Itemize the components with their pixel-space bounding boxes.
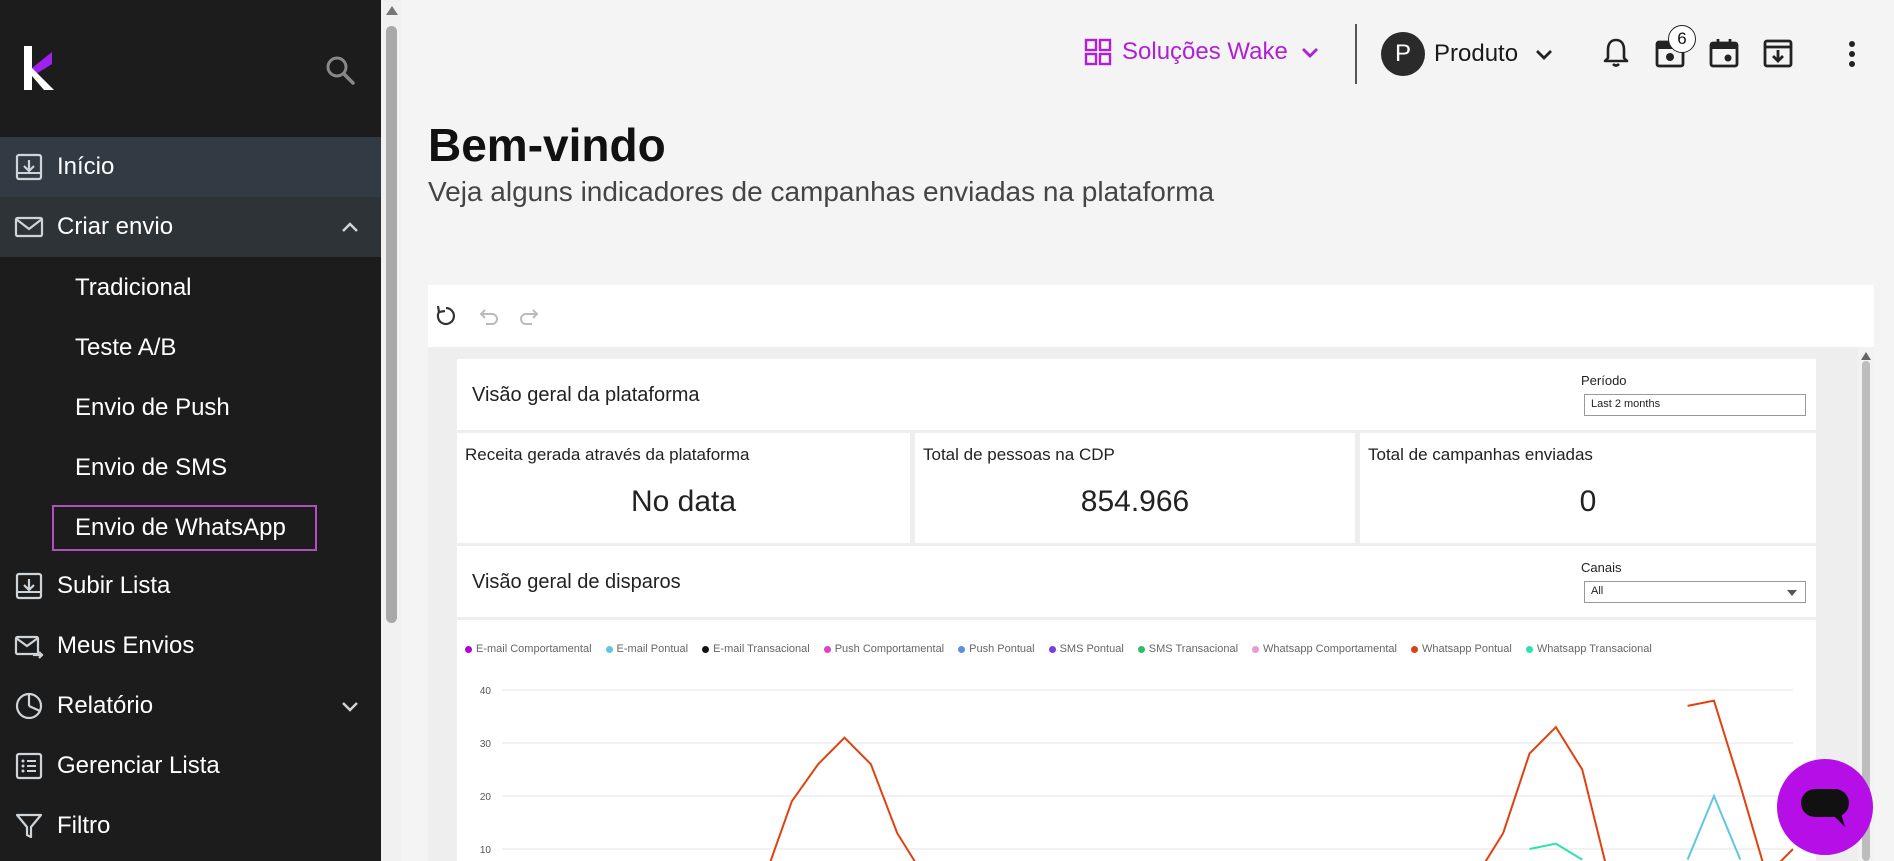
page-subtitle: Veja alguns indicadores de campanhas env… — [428, 176, 1215, 207]
scroll-up-arrow[interactable] — [1861, 352, 1871, 360]
kpi-card-revenue: Receita gerada através da plataforma No … — [457, 433, 910, 543]
period-label: Período — [1581, 373, 1627, 388]
series-line[interactable] — [765, 736, 923, 861]
bell-icon[interactable] — [1599, 36, 1633, 70]
submenu-item-label: Tradicional — [75, 274, 192, 301]
chevron-up-icon[interactable] — [338, 215, 362, 239]
sidebar-item-label: Subir Lista — [57, 572, 171, 599]
pie-chart-icon — [15, 692, 43, 720]
user-menu[interactable]: P Produto — [1381, 32, 1556, 76]
line-chart: 40 30 20 10 — [480, 686, 1794, 861]
sidebar-item-filtro[interactable]: Filtro — [0, 796, 381, 856]
kpi-title: Total de pessoas na CDP — [923, 445, 1115, 464]
sidebar-item-label: Início — [57, 153, 115, 180]
y-tick-label: 20 — [480, 792, 492, 803]
submenu-item-teste-ab[interactable]: Teste A/B — [0, 317, 381, 377]
redo-icon[interactable] — [516, 302, 544, 330]
submenu-item-label: Envio de Push — [75, 394, 230, 421]
sidebar-item-inicio[interactable]: Início — [0, 137, 381, 197]
sidebar-item-subir-lista[interactable]: Subir Lista — [0, 556, 381, 616]
sidebar-item-criar-envio[interactable]: Criar envio — [0, 197, 381, 257]
list-icon — [15, 752, 43, 780]
sidebar-item-gerenciar-lista[interactable]: Gerenciar Lista — [0, 736, 381, 796]
brand-logo — [24, 46, 54, 90]
topbar: Soluções Wake P Produto 6 — [401, 0, 1894, 108]
kpi-card-campaigns: Total de campanhas enviadas 0 — [1360, 433, 1816, 543]
series-line[interactable] — [1686, 793, 1742, 860]
channels-value: All — [1591, 585, 1604, 597]
chevron-down-icon — [1301, 48, 1318, 58]
kpi-value: No data — [630, 485, 737, 518]
upload-list-icon — [15, 572, 43, 600]
submenu-item-tradicional[interactable]: Tradicional — [0, 257, 381, 317]
kpi-value: 0 — [1579, 485, 1597, 518]
y-tick-label: 30 — [480, 739, 492, 750]
submenu-item-label: Teste A/B — [75, 334, 177, 361]
solutions-label: Soluções Wake — [1122, 38, 1288, 65]
sidebar-scrollbar[interactable] — [381, 0, 401, 861]
kpi-card-people: Total de pessoas na CDP 854.966 — [915, 433, 1355, 543]
inbox-download-icon — [15, 153, 43, 181]
kpi-title: Receita gerada através da plataforma — [465, 445, 750, 464]
solutions-menu[interactable]: Soluções Wake — [1084, 38, 1322, 66]
chevron-down-icon[interactable] — [338, 694, 362, 718]
overview-panel: Visão geral da plataforma Período Last 2… — [457, 359, 1816, 430]
avatar: P — [1381, 32, 1425, 76]
channels-select[interactable]: All — [1584, 581, 1806, 603]
download-box-icon[interactable] — [1761, 36, 1795, 70]
submenu-item-push[interactable]: Envio de Push — [0, 377, 381, 437]
dashboard-toolbar — [428, 285, 1874, 347]
sidebar-item-relatorio[interactable]: Relatório — [0, 676, 381, 736]
submenu-item-label: Envio de SMS — [75, 454, 228, 481]
chevron-down-icon — [1536, 50, 1553, 60]
scrollbar-thumb[interactable] — [386, 26, 397, 623]
chat-button[interactable] — [1777, 759, 1873, 855]
series-line[interactable] — [1529, 842, 1583, 861]
more-vertical-icon[interactable] — [1841, 36, 1863, 70]
sidebar-item-meus-envios[interactable]: Meus Envios — [0, 616, 381, 676]
kpi-title: Total de campanhas enviadas — [1368, 445, 1593, 464]
period-value: Last 2 months — [1591, 398, 1661, 410]
y-tick-label: 40 — [480, 686, 492, 697]
sidebar-item-label: Relatório — [57, 692, 154, 719]
submenu-item-label: Envio de WhatsApp — [75, 514, 286, 541]
overview-title: Visão geral da plataforma — [472, 384, 700, 406]
y-tick-label: 10 — [480, 845, 492, 856]
submenu-item-whatsapp[interactable]: Envio de WhatsApp — [0, 497, 381, 557]
chart-panel: E-mail Comportamental E-mail Pontual E-mai… — [457, 620, 1816, 861]
mail-icon — [14, 216, 44, 238]
disparos-title: Visão geral de disparos — [472, 571, 681, 593]
series-line[interactable] — [1477, 725, 1609, 861]
disparos-panel: Visão geral de disparos Canais All — [457, 546, 1816, 617]
sidebar-item-label: Filtro — [57, 812, 111, 839]
user-name: Produto — [1434, 40, 1519, 67]
apps-grid-icon — [1084, 38, 1112, 66]
sidebar-item-label: Gerenciar Lista — [57, 752, 220, 779]
topbar-divider — [1355, 24, 1357, 84]
dropdown-arrow-icon — [1787, 590, 1797, 596]
sidebar-item-label: Meus Envios — [57, 632, 195, 659]
sidebar: Início Criar envio Tradicional Teste A/B… — [0, 0, 381, 861]
sidebar-header — [0, 0, 381, 137]
channels-label: Canais — [1581, 560, 1622, 575]
dashboard-frame: Visão geral da plataforma Período Last 2… — [428, 285, 1874, 861]
period-select[interactable]: Last 2 months — [1584, 394, 1806, 416]
scroll-up-arrow[interactable] — [386, 6, 398, 15]
sidebar-item-label: Criar envio — [57, 213, 174, 240]
calendar-icon[interactable] — [1707, 36, 1741, 70]
series-line[interactable] — [1687, 699, 1794, 861]
mail-sent-icon — [14, 635, 44, 659]
filter-icon — [15, 813, 43, 839]
notification-badge: 6 — [1668, 25, 1696, 53]
dashboard-canvas: Visão geral da plataforma Período Last 2… — [428, 347, 1874, 861]
kpi-value: 854.966 — [1080, 485, 1190, 518]
reset-icon[interactable] — [432, 302, 460, 330]
submenu-item-sms[interactable]: Envio de SMS — [0, 437, 381, 497]
page-title: Bem-vindo — [428, 119, 666, 171]
search-icon[interactable] — [324, 54, 356, 86]
chat-bubble-icon — [1801, 789, 1849, 827]
undo-icon[interactable] — [474, 302, 502, 330]
